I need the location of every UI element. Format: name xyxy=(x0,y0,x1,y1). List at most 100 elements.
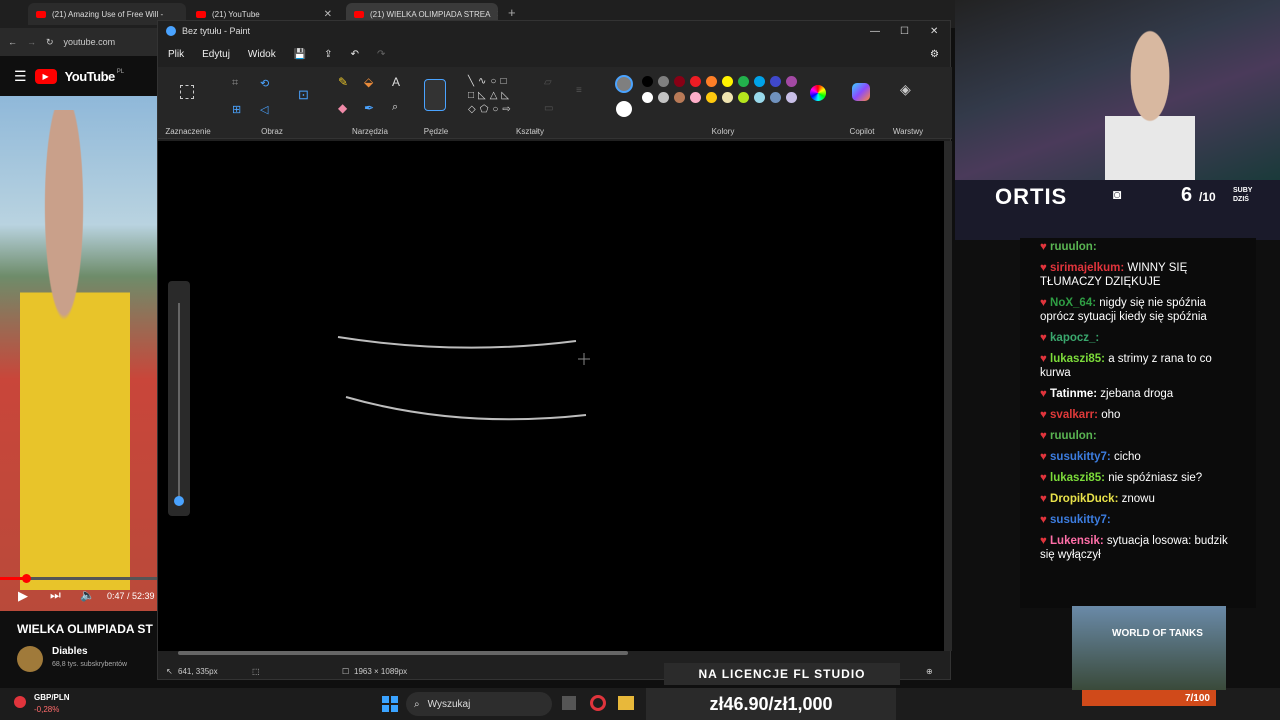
color-palette[interactable] xyxy=(642,76,802,118)
redo-icon[interactable]: ↷ xyxy=(377,49,385,60)
undo-icon[interactable]: ↶ xyxy=(351,49,359,60)
ticker-icon[interactable] xyxy=(14,696,26,708)
shape-fill-icon[interactable]: ▭ xyxy=(544,103,553,114)
color-swatch[interactable] xyxy=(770,92,781,103)
new-tab-icon[interactable]: + xyxy=(508,5,516,20)
primary-color[interactable] xyxy=(615,75,633,93)
chat-username[interactable]: lukaszi85: xyxy=(1050,353,1105,365)
chat-username[interactable]: Tatinme: xyxy=(1050,388,1097,400)
avatar[interactable] xyxy=(17,646,43,672)
windows-start-icon[interactable] xyxy=(382,696,398,712)
crop-icon[interactable]: ⌗ xyxy=(232,77,238,90)
menu-edytuj[interactable]: Edytuj xyxy=(202,49,230,60)
chat-username[interactable]: NoX_64: xyxy=(1050,297,1096,309)
taskbar-search[interactable]: ⌕ Wyszukaj xyxy=(406,692,552,716)
color-swatch[interactable] xyxy=(754,76,765,87)
close-icon[interactable]: ✕ xyxy=(324,9,332,20)
chat-username[interactable]: svalkarr: xyxy=(1050,409,1098,421)
reload-icon[interactable]: ↻ xyxy=(46,37,54,48)
color-swatch[interactable] xyxy=(706,92,717,103)
color-swatch[interactable] xyxy=(722,92,733,103)
color-swatch[interactable] xyxy=(690,76,701,87)
text-icon[interactable]: A xyxy=(392,75,400,89)
color-swatch[interactable] xyxy=(754,92,765,103)
region-label: PL xyxy=(116,69,125,75)
channel-name[interactable]: Diables xyxy=(52,646,88,657)
maximize-icon[interactable]: ☐ xyxy=(900,26,909,37)
chat-username[interactable]: ruuulon: xyxy=(1050,241,1097,253)
video-frame-person xyxy=(20,110,130,590)
color-swatch[interactable] xyxy=(658,92,669,103)
vertical-scrollbar[interactable] xyxy=(944,141,952,651)
flip-icon[interactable]: ◁ xyxy=(260,103,268,116)
color-swatch[interactable] xyxy=(690,92,701,103)
brush-icon[interactable] xyxy=(424,79,446,111)
layers-icon[interactable]: ◈ xyxy=(900,81,911,98)
close-icon[interactable]: ✕ xyxy=(496,9,498,20)
menu-plik[interactable]: Plik xyxy=(168,49,184,60)
back-icon[interactable]: ← xyxy=(8,37,17,47)
chat-username[interactable]: susukitty7: xyxy=(1050,451,1111,463)
outline-icon[interactable]: ▱ xyxy=(544,77,552,88)
progress-scrubber[interactable] xyxy=(22,574,31,583)
youtube-icon xyxy=(354,10,364,18)
brush-size-slider[interactable] xyxy=(168,281,190,516)
horizontal-scrollbar[interactable] xyxy=(178,651,628,655)
minimize-icon[interactable]: — xyxy=(870,26,880,37)
edit-colors-icon[interactable] xyxy=(810,85,826,101)
color-swatch[interactable] xyxy=(642,76,653,87)
pencil-icon[interactable]: ✎ xyxy=(338,75,348,89)
task-view-icon[interactable] xyxy=(562,696,576,710)
color-swatch[interactable] xyxy=(658,76,669,87)
menu-icon[interactable]: ☰ xyxy=(14,68,27,85)
color-swatch[interactable] xyxy=(674,76,685,87)
eraser-icon[interactable]: ◆ xyxy=(338,101,347,115)
settings-icon[interactable]: ⚙ xyxy=(930,49,939,60)
goal-value: 7/100 xyxy=(1184,692,1210,704)
slider-thumb[interactable] xyxy=(174,496,184,506)
chat-username[interactable]: sirimajelkum: xyxy=(1050,262,1124,274)
close-icon[interactable]: ✕ xyxy=(930,26,938,37)
folder-icon[interactable] xyxy=(618,696,634,710)
drawing-canvas[interactable] xyxy=(158,141,944,651)
save-icon[interactable]: 💾 xyxy=(294,49,306,60)
magnifier-icon[interactable]: ⌕ xyxy=(392,101,398,114)
badge-icon: ♥ xyxy=(1040,332,1051,344)
secondary-color[interactable] xyxy=(616,101,632,117)
fill-icon[interactable]: ⬙ xyxy=(364,75,373,89)
chat-username[interactable]: kapocz_: xyxy=(1050,332,1099,344)
opera-icon[interactable] xyxy=(590,695,606,711)
color-swatch[interactable] xyxy=(642,92,653,103)
youtube-logo-icon[interactable]: ▶ xyxy=(34,68,57,84)
color-swatch[interactable] xyxy=(770,76,781,87)
size-icon[interactable]: ≡ xyxy=(576,85,582,96)
shapes-gallery[interactable]: ╲∿○□ □◺△◺ ◇⬠○⇨ xyxy=(468,75,515,117)
color-swatch[interactable] xyxy=(674,92,685,103)
volume-icon[interactable]: 🔈 xyxy=(80,588,95,602)
color-swatch[interactable] xyxy=(738,92,749,103)
rotate-icon[interactable]: ⟲ xyxy=(260,77,269,90)
color-swatch[interactable] xyxy=(786,76,797,87)
color-picker-icon[interactable]: ✒ xyxy=(364,101,374,115)
zoom-icon[interactable]: ⊕ xyxy=(926,667,933,676)
menu-widok[interactable]: Widok xyxy=(248,49,276,60)
chat-username[interactable]: lukaszi85: xyxy=(1050,472,1105,484)
next-icon[interactable]: ⏭ xyxy=(50,588,61,603)
chat-username[interactable]: ruuulon: xyxy=(1050,430,1097,442)
copilot-icon[interactable] xyxy=(852,83,870,101)
chat-username[interactable]: DropikDuck: xyxy=(1050,493,1118,505)
play-icon[interactable]: ▶ xyxy=(18,588,28,604)
color-swatch[interactable] xyxy=(722,76,733,87)
address-bar[interactable]: ← → ↻ youtube.com xyxy=(0,28,160,56)
share-icon[interactable]: ⇪ xyxy=(324,49,332,60)
selection-icon[interactable] xyxy=(180,85,194,99)
color-swatch[interactable] xyxy=(706,76,717,87)
chat-username[interactable]: susukitty7: xyxy=(1050,514,1111,526)
resize-icon[interactable]: ⊞ xyxy=(232,103,241,116)
color-swatch[interactable] xyxy=(786,92,797,103)
image-icon[interactable]: ⊡ xyxy=(298,87,309,103)
youtube-logo[interactable]: YouTube xyxy=(65,69,116,84)
chat-username[interactable]: Lukensik: xyxy=(1050,535,1104,547)
forward-icon[interactable]: → xyxy=(27,37,36,47)
color-swatch[interactable] xyxy=(738,76,749,87)
